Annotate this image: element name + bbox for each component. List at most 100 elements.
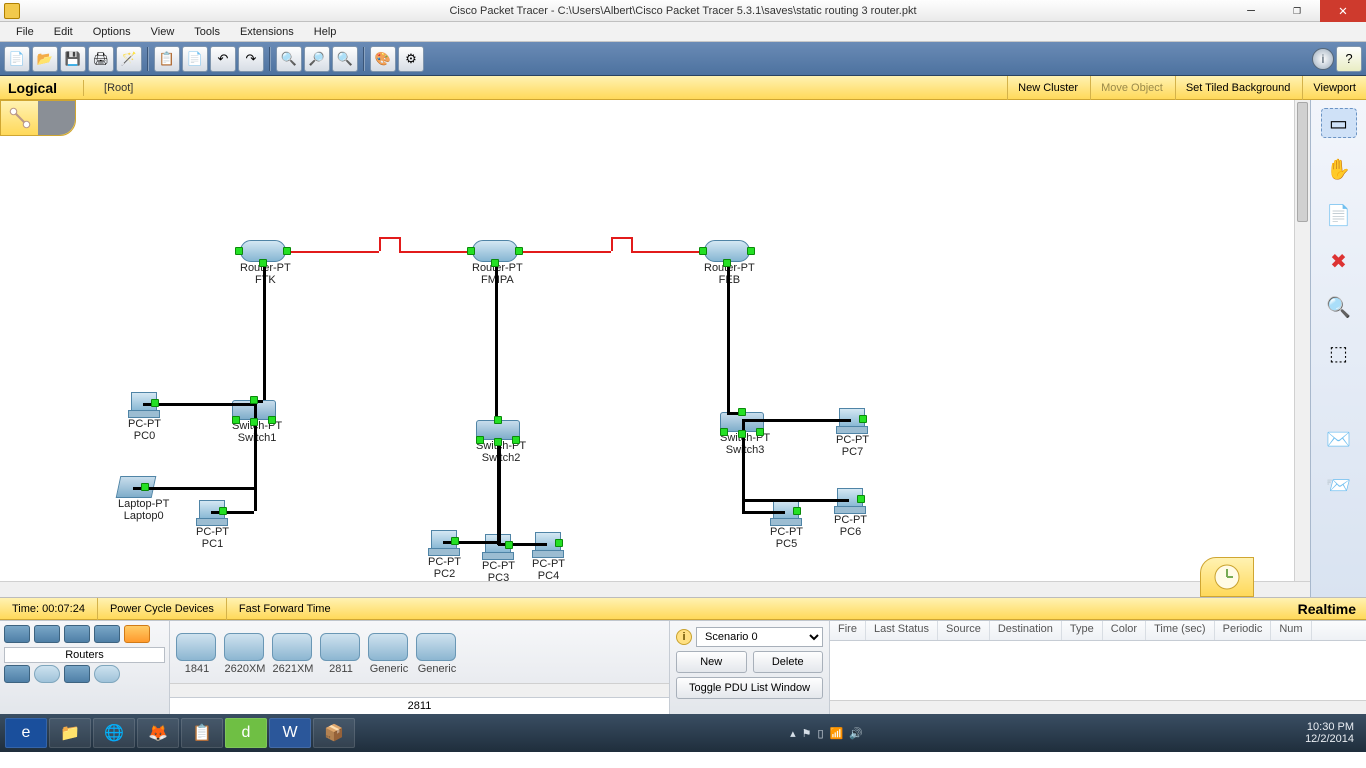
canvas-wrapper: Router-PTFTKRouter-PTFMIPARouter-PTFEBSw… [0,100,1310,597]
taskbar-packet-tracer-icon[interactable]: 📦 [313,718,355,748]
select-tool[interactable]: ▭ [1321,108,1357,138]
viewport-button[interactable]: Viewport [1302,76,1366,100]
window-titlebar: Cisco Packet Tracer - C:\Users\Albert\Ci… [0,0,1366,22]
taskbar-app-icon[interactable]: 🌐 [93,718,135,748]
menu-view[interactable]: View [141,24,185,40]
move-layout-tool[interactable]: ✋ [1321,154,1357,184]
logical-view-icon[interactable] [1,101,38,135]
connections-category-icon[interactable] [124,625,150,643]
wan-emulation-category-icon[interactable] [34,665,60,683]
move-object-button[interactable]: Move Object [1090,76,1173,100]
print-button[interactable]: 🖨 [88,46,114,72]
redo-button[interactable]: ↷ [238,46,264,72]
custom-made-category-icon[interactable] [64,665,90,683]
save-file-button[interactable]: 💾 [60,46,86,72]
pdu-list-scrollbar[interactable] [830,700,1366,714]
open-file-button[interactable]: 📂 [32,46,58,72]
pdu-header-cell: Last Status [866,621,938,640]
add-complex-pdu-tool[interactable]: 📨 [1321,470,1357,500]
place-note-tool[interactable]: 📄 [1321,200,1357,230]
pdu-header-cell: Periodic [1215,621,1272,640]
workspace-bar: Logical [Root] New Cluster Move Object S… [0,76,1366,100]
menu-help[interactable]: Help [304,24,347,40]
zoom-in-button[interactable]: 🔍 [276,46,302,72]
pdu-list-body [830,641,1366,714]
tray-up-icon[interactable]: ▴ [790,727,796,740]
vertical-scrollbar[interactable] [1294,100,1310,581]
scenario-delete-button[interactable]: Delete [753,651,824,673]
new-cluster-button[interactable]: New Cluster [1007,76,1088,100]
device-list-item[interactable]: 2811 [320,633,362,675]
selected-device-label: 2811 [170,697,669,714]
system-tray[interactable]: ▴ ⚑ ▯ 📶 🔊 [790,727,863,740]
taskbar-app-icon[interactable]: d [225,718,267,748]
hubs-category-icon[interactable] [64,625,90,643]
menu-file[interactable]: File [6,24,44,40]
draw-palette-button[interactable]: 🎨 [370,46,396,72]
network-info-button[interactable]: i [1312,48,1334,70]
device-list-item[interactable]: Generic [416,633,458,675]
resize-shape-tool[interactable]: ⬚ [1321,338,1357,368]
device-list-item[interactable]: 2621XM [272,633,314,675]
menu-options[interactable]: Options [83,24,141,40]
horizontal-scrollbar[interactable] [0,581,1310,597]
menu-edit[interactable]: Edit [44,24,83,40]
copy-button[interactable]: 📋 [154,46,180,72]
toolbar-separator [147,47,149,71]
toolbar-separator [269,47,271,71]
end-devices-category-icon[interactable] [4,665,30,683]
activity-wizard-button[interactable]: 🪄 [116,46,142,72]
taskbar-firefox-icon[interactable]: 🦊 [137,718,179,748]
new-file-button[interactable]: 📄 [4,46,30,72]
delete-tool[interactable]: ✖ [1321,246,1357,276]
logical-physical-toggle[interactable] [0,100,76,136]
multiuser-category-icon[interactable] [94,665,120,683]
menu-tools[interactable]: Tools [184,24,230,40]
taskbar-ie-icon[interactable]: e [5,718,47,748]
taskbar-app-icon[interactable]: 📋 [181,718,223,748]
scenario-info-icon[interactable]: i [676,629,692,645]
pdu-header-cell: Source [938,621,990,640]
custom-devices-button[interactable]: ⚙ [398,46,424,72]
device-type-selector: Routers [0,621,170,714]
device-list-item[interactable]: 1841 [176,633,218,675]
pdu-header-cell: Num [1271,621,1311,640]
add-simple-pdu-tool[interactable]: ✉️ [1321,424,1357,454]
zoom-reset-button[interactable]: 🔎 [304,46,330,72]
device-list-item[interactable]: 2620XM [224,633,266,675]
taskbar-explorer-icon[interactable]: 📁 [49,718,91,748]
taskbar-clock[interactable]: 10:30 PM 12/2/2014 [1297,721,1362,745]
device-list-scrollbar[interactable] [170,683,669,697]
switches-category-icon[interactable] [34,625,60,643]
undo-button[interactable]: ↶ [210,46,236,72]
device-list-item[interactable]: Generic [368,633,410,675]
physical-view-icon[interactable] [38,101,75,135]
cluster-root-button[interactable]: [Root] [84,82,153,94]
routers-category-icon[interactable] [4,625,30,643]
toggle-pdu-list-button[interactable]: Toggle PDU List Window [676,677,823,699]
main-toolbar: 📄 📂 💾 🖨 🪄 📋 📄 ↶ ↷ 🔍 🔎 🔍 🎨 ⚙ i ? [0,42,1366,76]
power-cycle-button[interactable]: Power Cycle Devices [98,598,227,620]
tray-battery-icon[interactable]: ▯ [818,727,824,740]
common-tools-bar: ▭ ✋ 📄 ✖ 🔍 ⬚ ✉️ 📨 [1310,100,1366,597]
pdu-list-panel: FireLast StatusSourceDestinationTypeColo… [830,621,1366,714]
inspect-tool[interactable]: 🔍 [1321,292,1357,322]
device-list: 18412620XM2621XM2811GenericGeneric 2811 [170,621,670,714]
menu-extensions[interactable]: Extensions [230,24,304,40]
tray-flag-icon[interactable]: ⚑ [802,727,812,740]
logical-view-label: Logical [0,80,84,96]
scenario-select[interactable]: Scenario 0 [696,627,823,647]
help-button[interactable]: ? [1336,46,1362,72]
realtime-simulation-toggle[interactable] [1200,557,1254,597]
clock-time: 10:30 PM [1305,721,1354,733]
topology-canvas[interactable]: Router-PTFTKRouter-PTFMIPARouter-PTFEBSw… [0,100,1310,581]
set-tiled-background-button[interactable]: Set Tiled Background [1175,76,1301,100]
scenario-new-button[interactable]: New [676,651,747,673]
tray-volume-icon[interactable]: 🔊 [849,727,863,740]
zoom-out-button[interactable]: 🔍 [332,46,358,72]
paste-button[interactable]: 📄 [182,46,208,72]
wireless-category-icon[interactable] [94,625,120,643]
tray-network-icon[interactable]: 📶 [830,727,844,740]
taskbar-word-icon[interactable]: W [269,718,311,748]
fast-forward-button[interactable]: Fast Forward Time [227,598,343,620]
